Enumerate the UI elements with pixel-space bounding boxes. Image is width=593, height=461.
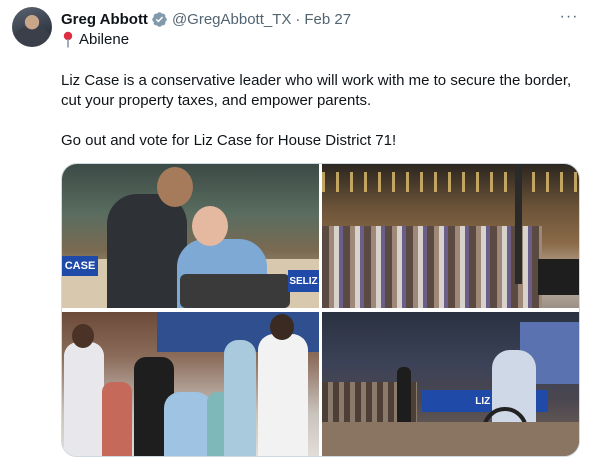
- tweet-paragraph: Liz Case is a conservative leader who wi…: [61, 72, 572, 109]
- separator-dot: ·: [295, 10, 301, 28]
- tweet-text: Liz Case is a conservative leader who wi…: [61, 71, 581, 151]
- case-sign: CASE: [62, 256, 98, 276]
- media-grid: CASE SELIZ LIZ CASE: [61, 163, 580, 457]
- avatar-portrait: [12, 7, 52, 47]
- photo-1[interactable]: CASE SELIZ: [62, 164, 319, 308]
- stage-floor: [322, 422, 579, 456]
- crowd: [322, 226, 542, 308]
- tweet-date[interactable]: Feb 27: [304, 11, 351, 28]
- stage: [538, 259, 579, 295]
- person-left: [107, 194, 187, 308]
- verified-badge-icon: [151, 11, 168, 28]
- more-icon: ···: [559, 8, 579, 25]
- speaker-standing: [397, 367, 411, 429]
- author-name[interactable]: Greg Abbott: [61, 11, 148, 28]
- pin-icon: [61, 31, 75, 48]
- string-lights: [322, 172, 579, 192]
- location-text: Abilene: [79, 31, 130, 48]
- tweet-location[interactable]: Abilene: [61, 31, 129, 48]
- governor-center: [164, 392, 212, 456]
- seliz-sign: SELIZ: [288, 270, 319, 292]
- more-options-button[interactable]: ···: [558, 8, 580, 26]
- man-left: [64, 342, 104, 456]
- support-pillar: [515, 164, 522, 284]
- photo-4[interactable]: LIZ CASE: [322, 312, 579, 456]
- author-avatar[interactable]: [12, 7, 52, 47]
- wheelchair: [180, 274, 290, 308]
- woman-right: [224, 340, 256, 456]
- person-right-head: [192, 206, 228, 246]
- photo-3[interactable]: [62, 312, 319, 456]
- man-right-head: [270, 314, 294, 340]
- man-right: [258, 334, 308, 456]
- author-handle[interactable]: @GregAbbott_TX: [172, 11, 291, 28]
- photo-2[interactable]: [322, 164, 579, 308]
- person-left-head: [157, 167, 193, 207]
- tweet-header: Greg Abbott @GregAbbott_TX · Feb 27: [61, 9, 351, 29]
- child-left: [102, 382, 132, 456]
- tweet-paragraph: Go out and vote for Liz Case for House D…: [61, 132, 397, 149]
- man-left-head: [72, 324, 94, 348]
